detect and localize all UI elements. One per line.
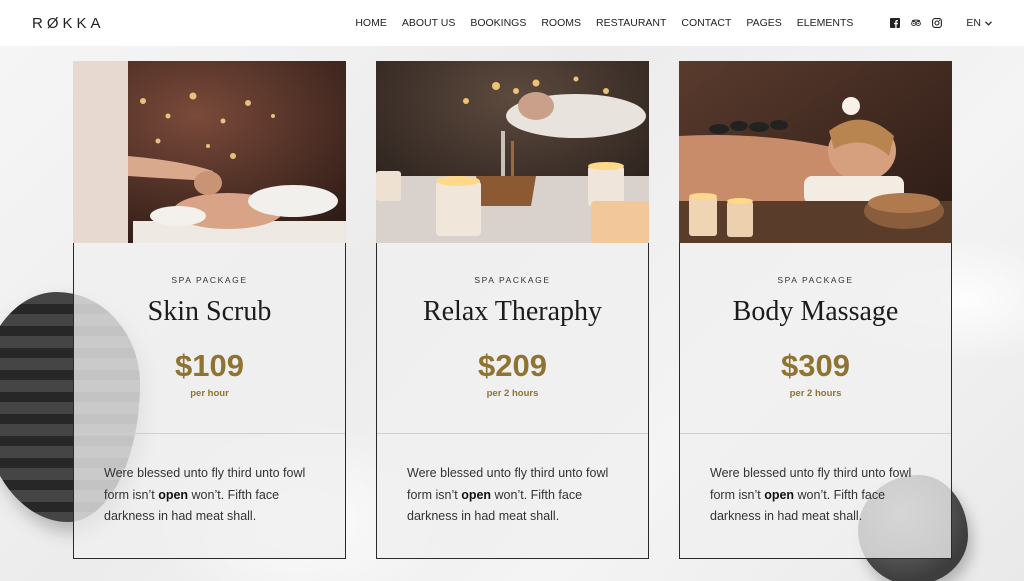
package-price-unit: per 2 hours	[789, 388, 842, 399]
package-price-unit: per hour	[190, 388, 229, 399]
tripadvisor-icon[interactable]	[911, 18, 922, 28]
package-description: Were blessed unto fly third unto fowl fo…	[407, 463, 622, 528]
description-emphasis: open	[158, 487, 189, 502]
package-title: Relax Theraphy	[422, 296, 603, 327]
nav-item-rooms[interactable]: ROOMS	[541, 17, 581, 29]
nav-item-restaurant[interactable]: RESTAURANT	[596, 17, 666, 29]
spa-package-card[interactable]: SPA PACKAGE Skin Scrub $109 per hour Wer…	[72, 60, 346, 559]
package-eyebrow: SPA PACKAGE	[171, 275, 248, 285]
instagram-icon[interactable]	[932, 18, 943, 28]
package-price: $209	[478, 348, 547, 383]
site-logo[interactable]: RØKKA	[32, 15, 105, 32]
main-nav: HOME ABOUT US BOOKINGS ROOMS RESTAURANT …	[340, 17, 992, 29]
social-links	[879, 18, 943, 28]
package-eyebrow: SPA PACKAGE	[777, 275, 854, 285]
nav-item-elements[interactable]: ELEMENTS	[797, 17, 854, 29]
nav-item-contact[interactable]: CONTACT	[681, 17, 731, 29]
card-photo	[72, 60, 346, 243]
language-label: EN	[966, 17, 981, 29]
card-photo	[375, 60, 649, 243]
nav-item-about-us[interactable]: ABOUT US	[402, 17, 455, 29]
package-price: $109	[175, 348, 244, 383]
card-divider	[74, 433, 345, 434]
package-eyebrow: SPA PACKAGE	[474, 275, 551, 285]
description-emphasis: open	[461, 487, 492, 502]
card-photo	[678, 60, 952, 243]
spa-package-card[interactable]: SPA PACKAGE Body Massage $309 per 2 hour…	[678, 60, 952, 559]
nav-item-pages[interactable]: PAGES	[746, 17, 781, 29]
facebook-icon[interactable]	[890, 18, 901, 28]
site-header: RØKKA HOME ABOUT US BOOKINGS ROOMS RESTA…	[0, 0, 1024, 46]
package-price: $309	[781, 348, 850, 383]
description-emphasis: open	[764, 487, 795, 502]
nav-item-home[interactable]: HOME	[355, 17, 387, 29]
chevron-down-icon	[985, 19, 992, 28]
package-price-unit: per 2 hours	[486, 388, 539, 399]
package-title: Body Massage	[732, 296, 899, 327]
package-title: Skin Scrub	[147, 296, 272, 327]
language-selector[interactable]: EN	[966, 17, 992, 29]
package-description: Were blessed unto fly third unto fowl fo…	[710, 463, 925, 528]
card-divider	[377, 433, 648, 434]
nav-item-bookings[interactable]: BOOKINGS	[470, 17, 526, 29]
spa-package-card[interactable]: SPA PACKAGE Relax Theraphy $209 per 2 ho…	[375, 60, 649, 559]
package-description: Were blessed unto fly third unto fowl fo…	[104, 463, 319, 528]
card-divider	[680, 433, 951, 434]
